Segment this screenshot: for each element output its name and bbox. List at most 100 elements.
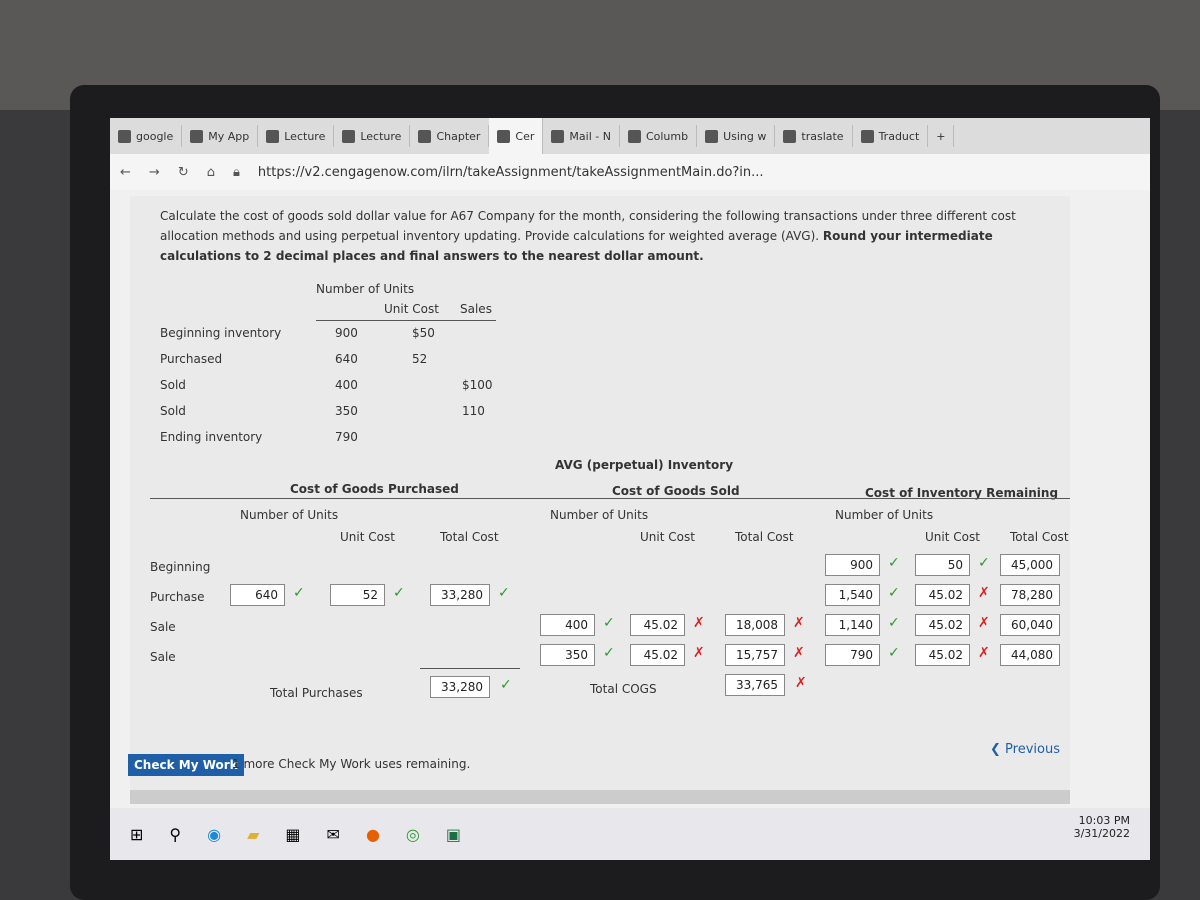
given-row-label: Purchased — [160, 352, 223, 366]
system-clock[interactable]: 10:03 PM 3/31/2022 — [1074, 814, 1130, 840]
tab-favicon-icon — [497, 129, 511, 143]
tab-label: Cer — [515, 129, 535, 143]
tab-favicon-icon — [418, 129, 432, 143]
purchased-input[interactable]: 640 — [230, 584, 285, 606]
total-cogs-input[interactable]: 33,765 — [725, 674, 785, 696]
given-cost: $50 — [412, 326, 435, 340]
tab-4[interactable]: Chapter — [410, 125, 490, 147]
horizontal-scrollbar[interactable] — [130, 790, 1070, 804]
tab-label: Lecture — [284, 129, 326, 143]
new-tab-button[interactable]: + — [928, 125, 955, 147]
check-my-work-button[interactable]: Check My Work — [128, 754, 244, 776]
given-row-label: Beginning inventory — [160, 326, 282, 340]
cross-icon: ✗ — [693, 645, 705, 661]
back-icon[interactable]: ← — [120, 165, 131, 180]
row-label: Sale — [150, 620, 176, 634]
tab-label: Columb — [645, 129, 689, 143]
search-icon[interactable]: ⚲ — [169, 825, 181, 844]
previous-link[interactable]: ❮ Previous — [990, 742, 1060, 757]
given-row-label: Sold — [160, 404, 186, 418]
tab-0[interactable]: google — [110, 125, 183, 147]
remaining-input[interactable]: 790 — [825, 644, 880, 666]
remaining-input[interactable]: 45,000 — [1000, 554, 1060, 576]
lock-icon: 🔒︎ — [232, 164, 240, 180]
remaining-input[interactable]: 1,140 — [825, 614, 880, 636]
group-sold: Cost of Goods Sold — [612, 484, 740, 498]
total-purchases-label: Total Purchases — [270, 686, 363, 700]
sold-input[interactable]: 45.02 — [630, 614, 685, 636]
remaining-input[interactable]: 45.02 — [915, 614, 970, 636]
file-explorer-icon[interactable]: ▰ — [247, 825, 259, 844]
given-units: 640 — [335, 352, 358, 366]
total-purchases-input[interactable]: 33,280 — [430, 676, 490, 698]
tab-9[interactable]: traslate — [775, 125, 853, 147]
firefox-icon[interactable]: ● — [366, 825, 380, 844]
col-header: Number of Units — [550, 508, 649, 522]
cross-icon: ✗ — [693, 615, 705, 631]
tab-favicon-icon — [627, 129, 641, 143]
sold-input[interactable]: 45.02 — [630, 644, 685, 666]
tab-6[interactable]: Mail - N — [543, 125, 620, 147]
tab-7[interactable]: Columb — [620, 125, 698, 147]
remaining-input[interactable]: 50 — [915, 554, 970, 576]
given-units: 900 — [335, 326, 358, 340]
tab-label: Mail - N — [569, 129, 611, 143]
header-unit-cost: Unit Cost — [384, 302, 439, 316]
edge-icon[interactable]: ◉ — [207, 825, 221, 844]
col-header: Total Cost — [735, 530, 794, 544]
check-icon: ✓ — [888, 615, 900, 631]
mail-icon[interactable]: ✉ — [327, 825, 340, 844]
col-header: Total Cost — [440, 530, 499, 544]
remaining-input[interactable]: 44,080 — [1000, 644, 1060, 666]
tab-label: Traduct — [878, 129, 920, 143]
tab-8[interactable]: Using w — [697, 125, 776, 147]
purchased-input[interactable]: 33,280 — [430, 584, 490, 606]
tab-favicon-icon — [190, 129, 204, 143]
purchased-input[interactable]: 52 — [330, 584, 385, 606]
remaining-input[interactable]: 78,280 — [1000, 584, 1060, 606]
tab-3[interactable]: Lecture — [334, 125, 411, 147]
question-text: Calculate the cost of goods sold dollar … — [160, 206, 1040, 266]
chrome-icon[interactable]: ◎ — [406, 825, 420, 844]
tab-2[interactable]: Lecture — [258, 125, 335, 147]
forward-icon[interactable]: → — [149, 165, 160, 180]
store-icon[interactable]: ▦ — [285, 825, 300, 844]
row-label: Beginning — [150, 560, 211, 574]
remaining-input[interactable]: 1,540 — [825, 584, 880, 606]
tab-5[interactable]: Cer — [489, 118, 544, 154]
tab-label: traslate — [801, 129, 844, 143]
remaining-input[interactable]: 900 — [825, 554, 880, 576]
col-header: Number of Units — [835, 508, 934, 522]
sold-input[interactable]: 400 — [540, 614, 595, 636]
remaining-input[interactable]: 60,040 — [1000, 614, 1060, 636]
tab-1[interactable]: My App — [182, 125, 259, 147]
refresh-icon[interactable]: ↻ — [178, 165, 189, 180]
col-header: Unit Cost — [925, 530, 980, 544]
header-sales: Sales — [460, 302, 492, 316]
windows-start-icon[interactable]: ⊞ — [130, 825, 143, 844]
screen: google My App Lecture Lecture Chapter Cer Mail… — [110, 118, 1150, 860]
excel-icon[interactable]: ▣ — [446, 825, 461, 844]
check-icon: ✓ — [888, 645, 900, 661]
sold-input[interactable]: 15,757 — [725, 644, 785, 666]
clock-time: 10:03 PM — [1078, 814, 1130, 827]
check-icon: ✓ — [293, 585, 305, 601]
check-icon: ✓ — [603, 645, 615, 661]
remaining-input[interactable]: 45.02 — [915, 584, 970, 606]
group-underline — [150, 498, 1070, 499]
col-header: Unit Cost — [340, 530, 395, 544]
sold-input[interactable]: 350 — [540, 644, 595, 666]
address-bar: ← → ↻ ⌂ 🔒︎ https://v2.cengagenow.com/ilr… — [110, 154, 1150, 190]
tab-favicon-icon — [266, 129, 280, 143]
tab-10[interactable]: Traduct — [853, 125, 929, 147]
previous-label: Previous — [1005, 742, 1060, 757]
tab-label: Lecture — [360, 129, 402, 143]
check-icon: ✓ — [888, 585, 900, 601]
remaining-input[interactable]: 45.02 — [915, 644, 970, 666]
given-units: 350 — [335, 404, 358, 418]
cross-icon: ✗ — [978, 615, 990, 631]
check-icon: ✓ — [603, 615, 615, 631]
home-icon[interactable]: ⌂ — [207, 165, 215, 180]
sold-input[interactable]: 18,008 — [725, 614, 785, 636]
url-field[interactable]: https://v2.cengagenow.com/ilrn/takeAssig… — [258, 165, 764, 180]
